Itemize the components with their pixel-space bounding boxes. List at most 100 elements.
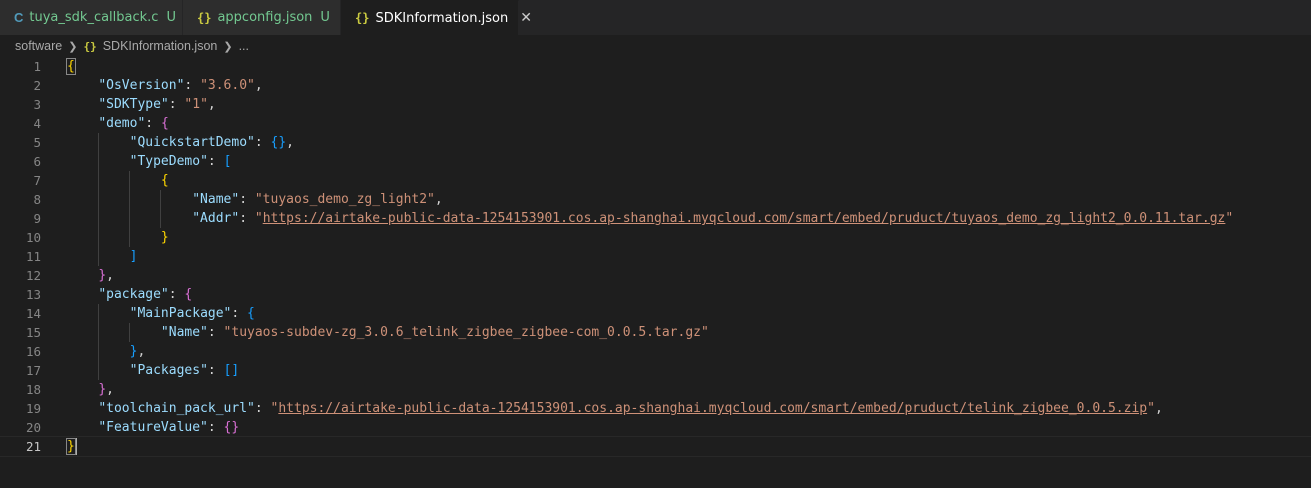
code-line[interactable]: 15 "Name": "tuyaos-subdev-zg_3.0.6_telin… bbox=[0, 323, 1311, 342]
c-file-icon: C bbox=[14, 10, 24, 25]
line-number: 17 bbox=[25, 363, 41, 378]
token: {} bbox=[223, 420, 240, 435]
code-line[interactable]: 8 "Name": "tuyaos_demo_zg_light2", bbox=[0, 190, 1311, 209]
code-line[interactable]: 13 "package": { bbox=[0, 285, 1311, 304]
token: } bbox=[98, 268, 107, 283]
token: } bbox=[66, 438, 76, 455]
token: [] bbox=[223, 363, 240, 378]
tab-status-badge: U bbox=[320, 10, 330, 25]
token: "Name" bbox=[192, 192, 240, 207]
line-number: 4 bbox=[33, 116, 41, 131]
code-line[interactable]: 3 "SDKType": "1", bbox=[0, 95, 1311, 114]
tab-label: SDKInformation.json bbox=[375, 10, 509, 26]
token: [ bbox=[223, 154, 232, 169]
token: { bbox=[66, 58, 76, 75]
line-number: 9 bbox=[33, 211, 41, 226]
token: "Packages" bbox=[129, 363, 208, 378]
line-number: 13 bbox=[25, 287, 41, 302]
token: } bbox=[98, 382, 107, 397]
token: "Addr" bbox=[192, 211, 240, 226]
breadcrumb-folder[interactable]: software bbox=[15, 39, 62, 53]
code-editor[interactable]: 1 { 2 "OsVersion": "3.6.0", 3 "SDKType":… bbox=[0, 57, 1311, 457]
token: "TypeDemo" bbox=[129, 154, 208, 169]
code-line[interactable]: 2 "OsVersion": "3.6.0", bbox=[0, 76, 1311, 95]
token: "tuyaos-subdev-zg_3.0.6_telink_zigbee_zi… bbox=[223, 325, 709, 340]
code-line[interactable]: 7 { bbox=[0, 171, 1311, 190]
code-line[interactable]: 9 "Addr": "https://airtake-public-data-1… bbox=[0, 209, 1311, 228]
tab-label: tuya_sdk_callback.c bbox=[29, 10, 159, 25]
line-number: 16 bbox=[25, 344, 41, 359]
token: "OsVersion" bbox=[98, 78, 185, 93]
code-line-current[interactable]: 21 } bbox=[0, 436, 1311, 457]
text-cursor bbox=[74, 438, 77, 455]
token: "Name" bbox=[160, 325, 208, 340]
breadcrumb: software ❯ {} SDKInformation.json ❯ ... bbox=[0, 35, 1311, 57]
token: {} bbox=[270, 135, 287, 150]
token: { bbox=[160, 173, 169, 188]
token: ] bbox=[129, 249, 138, 264]
tab-tuya-sdk-callback[interactable]: C tuya_sdk_callback.c U bbox=[0, 0, 183, 35]
json-file-icon: {} bbox=[197, 10, 212, 25]
line-number: 10 bbox=[25, 230, 41, 245]
breadcrumb-symbol[interactable]: ... bbox=[239, 39, 249, 53]
token: "QuickstartDemo" bbox=[129, 135, 255, 150]
code-line[interactable]: 1 { bbox=[0, 57, 1311, 76]
line-number: 14 bbox=[25, 306, 41, 321]
json-file-icon: {} bbox=[355, 11, 370, 25]
tab-appconfig[interactable]: {} appconfig.json U bbox=[183, 0, 341, 35]
line-number: 11 bbox=[25, 249, 41, 264]
line-number: 18 bbox=[25, 382, 41, 397]
code-line[interactable]: 20 "FeatureValue": {} bbox=[0, 418, 1311, 437]
token: "toolchain_pack_url" bbox=[98, 401, 255, 416]
tab-sdkinformation[interactable]: {} SDKInformation.json ✕ bbox=[341, 0, 532, 35]
line-number: 15 bbox=[25, 325, 41, 340]
code-line[interactable]: 10 } bbox=[0, 228, 1311, 247]
token: " bbox=[1225, 211, 1234, 226]
code-line[interactable]: 4 "demo": { bbox=[0, 114, 1311, 133]
token: "1" bbox=[184, 97, 208, 112]
token: " bbox=[1147, 401, 1155, 416]
line-number: 20 bbox=[25, 420, 41, 435]
line-number: 5 bbox=[33, 135, 41, 150]
code-line[interactable]: 19 "toolchain_pack_url": "https://airtak… bbox=[0, 399, 1311, 418]
token: { bbox=[184, 287, 193, 302]
json-file-icon: {} bbox=[83, 39, 97, 53]
token: { bbox=[160, 116, 169, 131]
line-number: 1 bbox=[33, 59, 41, 74]
line-number: 2 bbox=[33, 78, 41, 93]
token: { bbox=[247, 306, 255, 321]
line-number: 12 bbox=[25, 268, 41, 283]
token: "tuyaos_demo_zg_light2" bbox=[254, 192, 435, 207]
code-line[interactable]: 18 }, bbox=[0, 380, 1311, 399]
code-line[interactable]: 16 }, bbox=[0, 342, 1311, 361]
token: "3.6.0" bbox=[200, 78, 255, 93]
chevron-right-icon: ❯ bbox=[223, 40, 233, 53]
breadcrumb-file[interactable]: SDKInformation.json bbox=[103, 39, 218, 53]
chevron-right-icon: ❯ bbox=[68, 40, 78, 53]
code-line[interactable]: 12 }, bbox=[0, 266, 1311, 285]
code-line[interactable]: 17 "Packages": [] bbox=[0, 361, 1311, 380]
line-number: 8 bbox=[33, 192, 41, 207]
token: "demo" bbox=[98, 116, 146, 131]
line-number: 19 bbox=[25, 401, 41, 416]
tab-bar: C tuya_sdk_callback.c U {} appconfig.jso… bbox=[0, 0, 1311, 35]
code-line[interactable]: 5 "QuickstartDemo": {}, bbox=[0, 133, 1311, 152]
line-number: 21 bbox=[25, 439, 41, 454]
token: "SDKType" bbox=[98, 97, 169, 112]
token: "FeatureValue" bbox=[98, 420, 208, 435]
line-number: 3 bbox=[33, 97, 41, 112]
close-icon[interactable]: ✕ bbox=[520, 10, 532, 26]
code-line[interactable]: 11 ] bbox=[0, 247, 1311, 266]
code-line[interactable]: 14 "MainPackage": { bbox=[0, 304, 1311, 323]
token: "MainPackage" bbox=[129, 306, 232, 321]
token: " bbox=[254, 211, 263, 226]
tab-status-badge: U bbox=[166, 10, 176, 25]
token: "package" bbox=[98, 287, 169, 302]
line-number: 6 bbox=[33, 154, 41, 169]
url-link[interactable]: https://airtake-public-data-1254153901.c… bbox=[278, 401, 1147, 416]
code-line[interactable]: 6 "TypeDemo": [ bbox=[0, 152, 1311, 171]
url-link[interactable]: https://airtake-public-data-1254153901.c… bbox=[263, 211, 1226, 226]
token: } bbox=[160, 230, 169, 245]
line-number: 7 bbox=[33, 173, 41, 188]
tab-label: appconfig.json bbox=[217, 10, 313, 25]
